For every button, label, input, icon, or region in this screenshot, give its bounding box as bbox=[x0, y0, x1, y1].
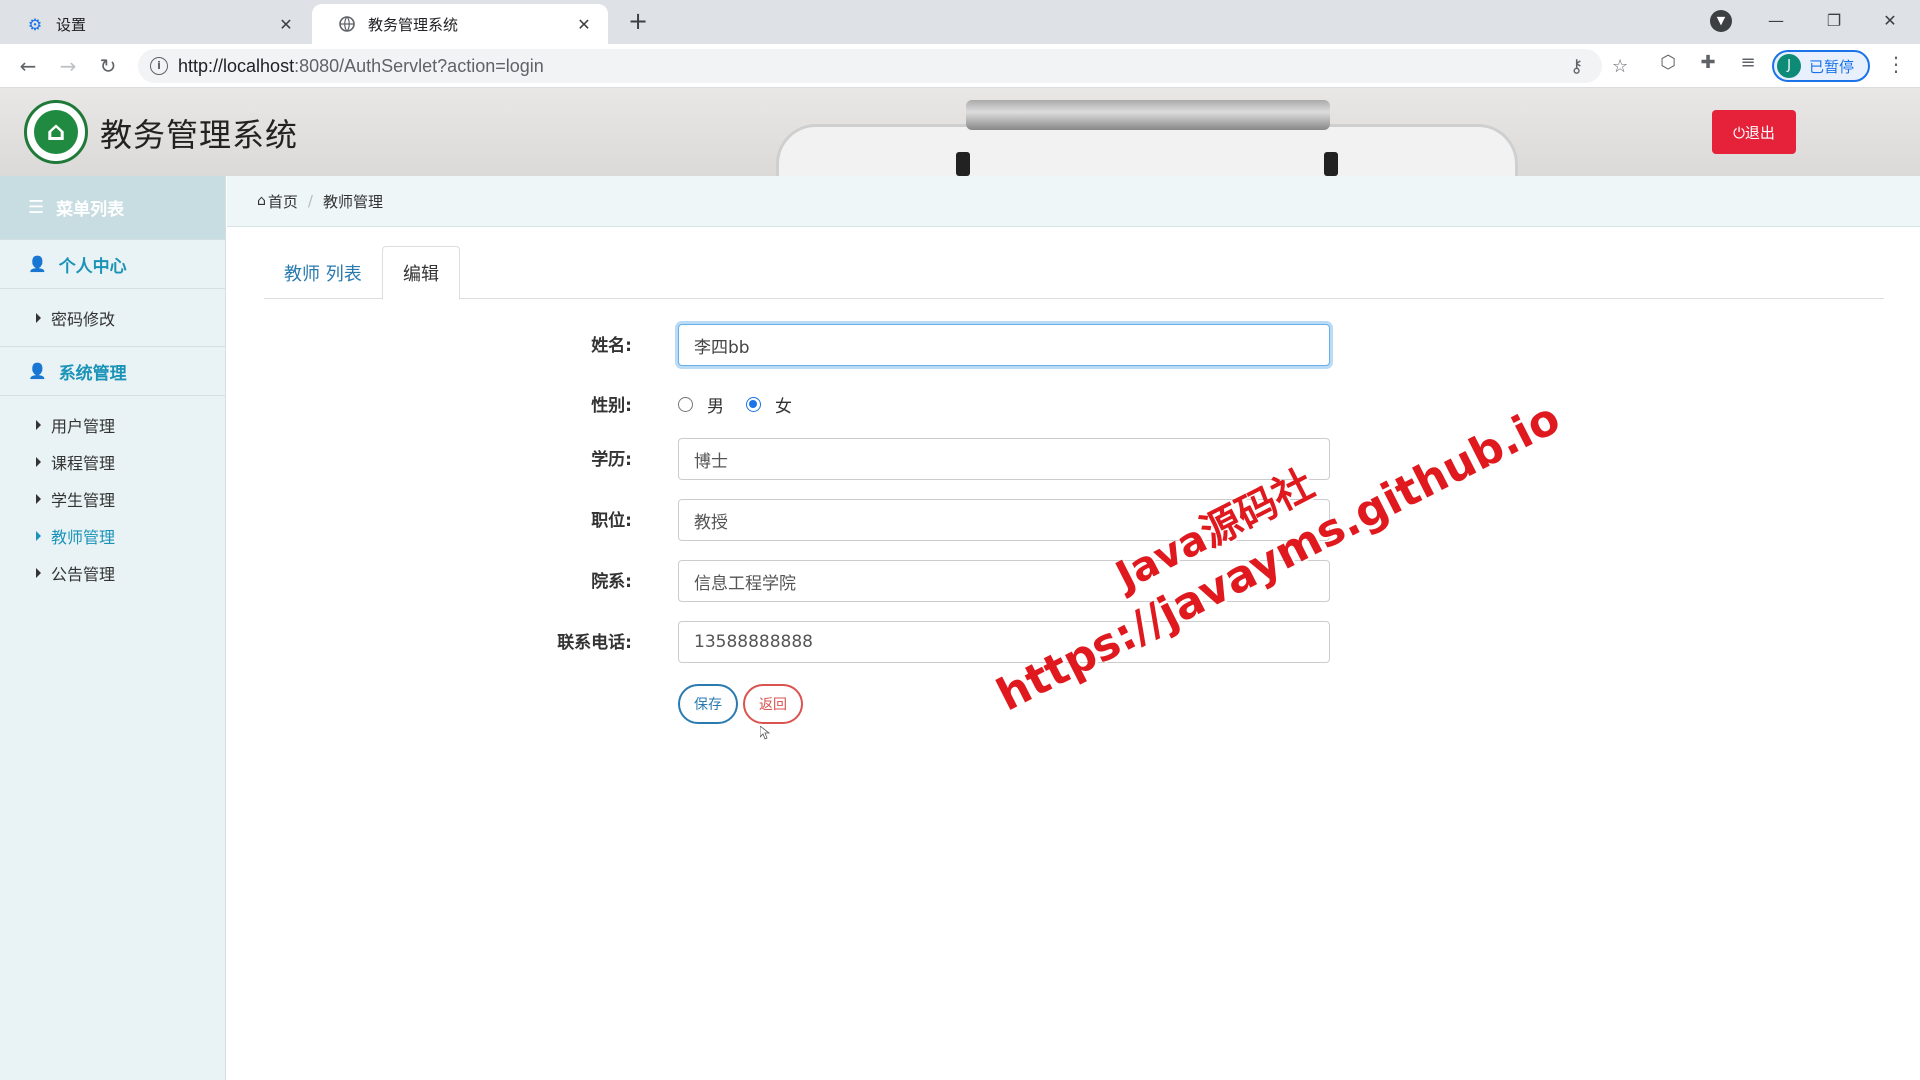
user-icon: 👤 bbox=[28, 255, 47, 273]
sidebar-item-label: 密码修改 bbox=[51, 309, 116, 329]
user-icon: 👤 bbox=[28, 362, 47, 380]
sidebar-item-label: 用户管理 bbox=[51, 416, 116, 436]
gender-female-label: 女 bbox=[775, 397, 792, 417]
breadcrumb: ⌂ 首页 / 教师管理 bbox=[227, 176, 1920, 227]
info-icon[interactable]: i bbox=[150, 57, 168, 75]
profile-button[interactable]: J 已暂停 bbox=[1772, 50, 1870, 82]
save-button[interactable]: 保存 bbox=[678, 684, 738, 724]
breadcrumb-separator: / bbox=[307, 192, 313, 210]
caret-right-icon bbox=[36, 419, 41, 430]
window-close-icon[interactable]: ✕ bbox=[1872, 6, 1908, 36]
tab-label: 设置 bbox=[56, 15, 87, 34]
university-logo: ⌂ bbox=[24, 100, 88, 164]
browser-tab-settings[interactable]: ⚙ 设置 ✕ bbox=[0, 4, 310, 44]
url-text[interactable]: http://localhost:8080/AuthServlet?action… bbox=[178, 56, 544, 77]
back-button[interactable]: 返回 bbox=[743, 684, 803, 724]
name-label: 姓名: bbox=[591, 336, 632, 356]
browser-toolbar: ← → ↻ i http://localhost:8080/AuthServle… bbox=[0, 44, 1920, 88]
tab-search-icon[interactable]: ▼ bbox=[1710, 10, 1732, 32]
back-arrow-icon[interactable]: ← bbox=[14, 52, 42, 80]
form-row-phone: 联系电话: bbox=[520, 621, 1330, 665]
sidebar-section-personal[interactable]: 👤 个人中心 bbox=[0, 239, 225, 289]
gear-icon: ⚙ bbox=[27, 14, 43, 34]
app-header: ⌂ 教务管理系统 ⏻退出 bbox=[0, 88, 1920, 176]
phone-label: 联系电话: bbox=[557, 633, 632, 653]
sidebar-item-label: 课程管理 bbox=[51, 453, 116, 473]
sidebar-section-system[interactable]: 👤 系统管理 bbox=[0, 346, 225, 396]
sidebar-header-label: 菜单列表 bbox=[56, 200, 125, 220]
close-icon[interactable]: ✕ bbox=[574, 15, 594, 34]
extension-shield-icon[interactable]: ⬡ bbox=[1656, 52, 1680, 73]
mouse-cursor-icon bbox=[760, 726, 770, 740]
sidebar-header: ☰ 菜单列表 bbox=[0, 176, 225, 239]
banner-detail bbox=[956, 152, 970, 176]
avatar: J bbox=[1777, 54, 1801, 78]
sidebar: ☰ 菜单列表 👤 个人中心 密码修改 👤 系统管理 用户管理 课程管理 学生管理… bbox=[0, 176, 226, 1080]
header-banner-image bbox=[776, 124, 1518, 176]
education-input[interactable] bbox=[678, 438, 1330, 480]
education-label: 学历: bbox=[591, 450, 632, 470]
profile-status: 已暂停 bbox=[1809, 57, 1855, 76]
section-label: 系统管理 bbox=[58, 363, 127, 384]
sidebar-list-system: 用户管理 课程管理 学生管理 教师管理 公告管理 bbox=[0, 396, 225, 601]
more-menu-icon[interactable]: ⋮ bbox=[1886, 52, 1906, 76]
sidebar-list-personal: 密码修改 bbox=[0, 289, 225, 346]
content-tabs: 教师 列表 编辑 bbox=[264, 246, 1884, 300]
department-label: 院系: bbox=[591, 572, 632, 592]
app-title: 教务管理系统 bbox=[100, 116, 299, 154]
sidebar-item-label: 教师管理 bbox=[51, 527, 116, 547]
list-icon: ☰ bbox=[28, 197, 45, 218]
new-tab-button[interactable]: + bbox=[624, 8, 652, 36]
caret-right-icon bbox=[36, 530, 41, 541]
gender-male-label: 男 bbox=[707, 397, 724, 417]
close-icon[interactable]: ✕ bbox=[276, 15, 296, 34]
minimize-icon[interactable]: — bbox=[1758, 6, 1794, 36]
sidebar-item-students[interactable]: 学生管理 bbox=[0, 480, 225, 517]
tab-label: 教务管理系统 bbox=[368, 15, 459, 34]
browser-tab-bar: ⚙ 设置 ✕ 教务管理系统 ✕ + ▼ — ❐ ✕ bbox=[0, 0, 1920, 44]
name-input[interactable] bbox=[678, 324, 1330, 366]
breadcrumb-current: 教师管理 bbox=[322, 192, 383, 211]
reload-icon[interactable]: ↻ bbox=[94, 52, 122, 80]
sidebar-item-password[interactable]: 密码修改 bbox=[0, 299, 225, 336]
section-label: 个人中心 bbox=[58, 256, 127, 277]
position-label: 职位: bbox=[591, 511, 632, 531]
sidebar-item-courses[interactable]: 课程管理 bbox=[0, 443, 225, 480]
caret-right-icon bbox=[36, 312, 41, 323]
browser-tab-app[interactable]: 教务管理系统 ✕ bbox=[312, 4, 608, 44]
bookmark-star-icon[interactable]: ☆ bbox=[1612, 56, 1628, 77]
home-icon: ⌂ bbox=[257, 193, 266, 209]
tab-teacher-list[interactable]: 教师 列表 bbox=[264, 246, 382, 300]
logout-button[interactable]: ⏻退出 bbox=[1712, 110, 1796, 154]
gender-male-radio[interactable] bbox=[678, 397, 693, 412]
sidebar-item-label: 学生管理 bbox=[51, 490, 116, 510]
reading-list-icon[interactable]: ≡ bbox=[1736, 52, 1760, 73]
sidebar-item-teachers[interactable]: 教师管理 bbox=[0, 517, 225, 554]
gender-label: 性别: bbox=[591, 396, 632, 416]
sidebar-item-users[interactable]: 用户管理 bbox=[0, 406, 225, 443]
sidebar-item-label: 公告管理 bbox=[51, 564, 116, 584]
gender-radio-group: 男 女 bbox=[678, 392, 814, 417]
forward-arrow-icon[interactable]: → bbox=[54, 52, 82, 80]
phone-input[interactable] bbox=[678, 621, 1330, 663]
caret-right-icon bbox=[36, 456, 41, 467]
key-icon[interactable]: ⚷ bbox=[1570, 56, 1583, 77]
logo-emblem-icon: ⌂ bbox=[34, 110, 78, 154]
address-bar[interactable]: i http://localhost:8080/AuthServlet?acti… bbox=[138, 49, 1628, 83]
caret-right-icon bbox=[36, 567, 41, 578]
gender-female-radio[interactable] bbox=[746, 397, 761, 412]
tab-edit[interactable]: 编辑 bbox=[382, 246, 460, 300]
puzzle-icon[interactable]: ✚ bbox=[1696, 52, 1720, 73]
form-row-name: 姓名: bbox=[520, 324, 1330, 368]
globe-icon bbox=[338, 15, 356, 33]
caret-right-icon bbox=[36, 493, 41, 504]
form-row-gender: 性别: 男 女 bbox=[520, 382, 1330, 426]
restore-icon[interactable]: ❐ bbox=[1816, 6, 1852, 36]
banner-clasp bbox=[966, 100, 1330, 130]
breadcrumb-home[interactable]: 首页 bbox=[268, 191, 298, 212]
banner-detail bbox=[1324, 152, 1338, 176]
sidebar-item-notices[interactable]: 公告管理 bbox=[0, 554, 225, 591]
form-row-education: 学历: bbox=[520, 438, 1330, 482]
